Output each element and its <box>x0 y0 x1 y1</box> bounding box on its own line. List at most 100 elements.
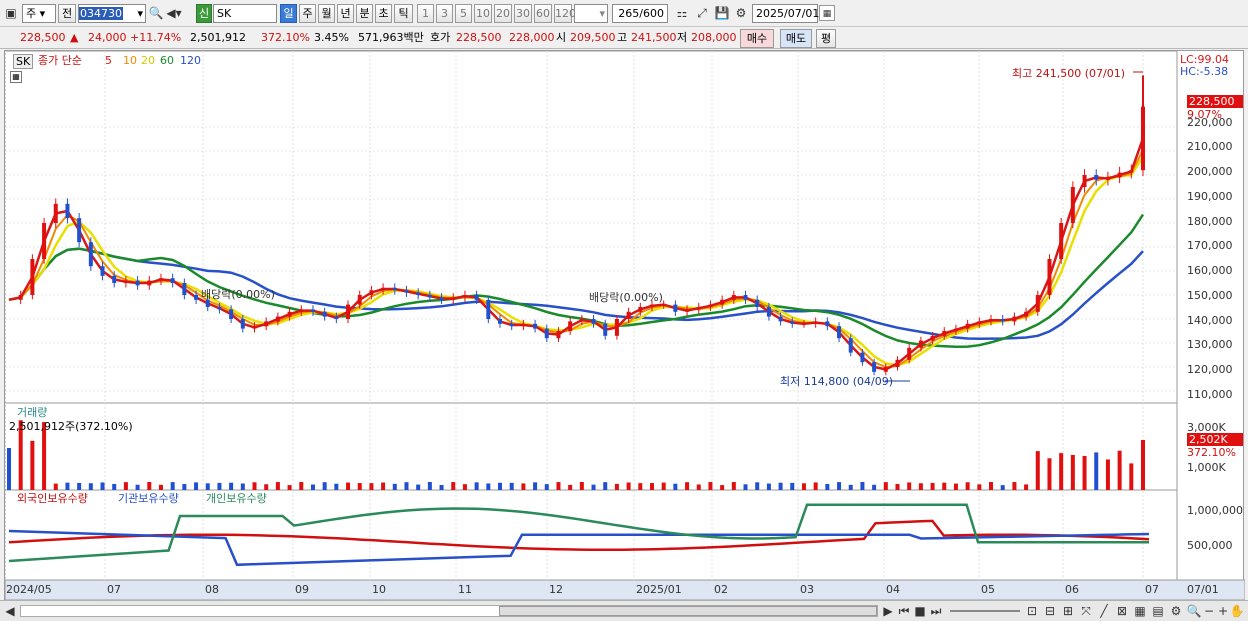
tab-year[interactable]: 년 <box>337 4 354 23</box>
interval-3[interactable]: 3 <box>436 4 453 23</box>
crosshair-icon[interactable]: ⤧ <box>1078 603 1094 619</box>
volume-bar <box>685 482 690 490</box>
tab-week[interactable]: 주 <box>299 4 316 23</box>
interval-30[interactable]: 30 <box>514 4 532 23</box>
chart-type-icon[interactable]: ▤ <box>1150 603 1166 619</box>
vol-last-tag: 2,502K <box>1187 433 1243 446</box>
change-pct: +11.74% <box>130 31 182 44</box>
stop-icon[interactable]: ■ <box>912 603 928 619</box>
legend-ma120[interactable]: 120 <box>180 54 201 67</box>
tab-second[interactable]: 초 <box>375 4 392 23</box>
volume-bar <box>778 482 783 490</box>
tab-tick[interactable]: 틱 <box>394 4 413 23</box>
window-icon[interactable]: ▣ <box>3 5 19 21</box>
interval-10[interactable]: 10 <box>474 4 492 23</box>
candle-body <box>217 307 222 310</box>
zoom-icon[interactable]: 🔍 <box>1186 603 1202 619</box>
candle-icon[interactable]: ⚏ <box>674 5 690 21</box>
volume-bar <box>521 483 526 490</box>
layout-2-icon[interactable]: ⊟ <box>1042 603 1058 619</box>
high-label: 고 <box>617 31 628 44</box>
legend-indiv[interactable]: 개인보유수량 <box>206 492 267 505</box>
interval-1[interactable]: 1 <box>417 4 434 23</box>
buy-button[interactable]: 매수 <box>740 29 774 48</box>
save-icon[interactable]: 💾 <box>714 5 730 21</box>
scroll-right-icon[interactable]: ▶ <box>880 603 896 619</box>
prev-button[interactable]: 전 <box>58 4 76 23</box>
volume-bar <box>626 482 631 490</box>
candle-body <box>1094 175 1099 180</box>
candle-body <box>1129 170 1134 173</box>
code-input[interactable]: 034730 ▾ <box>78 4 146 23</box>
layout-1-icon[interactable]: ⊡ <box>1024 603 1040 619</box>
layout-3-icon[interactable]: ⊞ <box>1060 603 1076 619</box>
legend-ma60[interactable]: 60 <box>160 54 174 67</box>
legend-stock[interactable]: SK <box>13 54 34 69</box>
lock-icon[interactable]: ⊠ <box>1114 603 1130 619</box>
sell-button[interactable]: 매도 <box>780 29 812 48</box>
candle-body <box>369 290 374 295</box>
volume-bar <box>299 482 304 490</box>
zoom-slider[interactable] <box>950 610 1020 612</box>
legend-ma20[interactable]: 20 <box>141 54 155 67</box>
stock-name-field[interactable]: SK <box>213 4 277 23</box>
candle-body <box>1105 177 1110 180</box>
interval-120[interactable]: 120 <box>554 4 576 23</box>
x-tick: 07 <box>1145 583 1159 596</box>
candle-body <box>825 321 830 327</box>
volume-bar <box>252 482 257 490</box>
volume-bar <box>77 482 82 490</box>
tab-month[interactable]: 월 <box>318 4 335 23</box>
tab-minute[interactable]: 분 <box>356 4 373 23</box>
hand-icon[interactable]: ✋ <box>1229 603 1245 619</box>
settings-icon[interactable]: ⚙ <box>1168 603 1184 619</box>
volume-bar <box>65 482 70 490</box>
candle-body <box>743 295 748 300</box>
search-icon[interactable]: 🔍 <box>148 5 164 21</box>
volume-bar <box>287 485 292 490</box>
volume-bar <box>801 483 806 490</box>
legend-foreign[interactable]: 외국인보유수량 <box>17 492 88 505</box>
volume-bar <box>989 482 994 490</box>
candle-body <box>147 280 152 286</box>
x-tick: 06 <box>1065 583 1079 596</box>
volume-bar <box>381 482 386 490</box>
y-tick: 200,000 <box>1187 165 1233 178</box>
volume-bar <box>930 482 935 490</box>
interval-combo[interactable]: ▾ <box>574 4 608 23</box>
scroll-left-icon[interactable]: ◀ <box>2 603 18 619</box>
scrollbar-thumb[interactable] <box>499 606 877 616</box>
scrollbar-track[interactable] <box>20 605 878 617</box>
grid-icon[interactable]: ▦ <box>1132 603 1148 619</box>
chart-canvas[interactable] <box>5 51 1245 602</box>
first-icon[interactable]: ⏮ <box>896 603 912 619</box>
last-icon[interactable]: ⏭ <box>928 603 944 619</box>
eval-button[interactable]: 평 <box>816 29 836 48</box>
count-field[interactable]: 265/600 <box>612 4 668 23</box>
candle-body <box>439 297 444 300</box>
volume-bar <box>790 482 795 490</box>
candle-body <box>357 295 362 305</box>
legend-inst[interactable]: 기관보유수량 <box>118 492 179 505</box>
calendar-icon[interactable]: ▦ <box>819 5 835 21</box>
line-icon[interactable]: ╱ <box>1096 603 1112 619</box>
volume-bar <box>661 482 666 490</box>
volume-bar <box>474 482 479 490</box>
period-combo[interactable]: 주 ▾ <box>22 4 56 23</box>
volume-title[interactable]: 거래량 <box>17 406 47 419</box>
y-tick: 210,000 <box>1187 140 1233 153</box>
legend-title[interactable]: 종가 단순 <box>38 54 82 67</box>
chart-area[interactable]: SK 종가 단순 5 10 20 60 120 ▦ LC:99.04 HC:-5… <box>4 50 1245 602</box>
legend-ma5[interactable]: 5 <box>105 54 112 67</box>
interval-20[interactable]: 20 <box>494 4 512 23</box>
draw-tool-icon[interactable]: ⤢ <box>694 5 710 21</box>
gear-icon[interactable]: ⚙ <box>733 5 749 21</box>
legend-ma10[interactable]: 10 <box>123 54 137 67</box>
interval-5[interactable]: 5 <box>455 4 472 23</box>
y-tick: 130,000 <box>1187 338 1233 351</box>
speaker-icon[interactable]: ◀▾ <box>166 5 182 21</box>
tab-day[interactable]: 일 <box>280 4 297 23</box>
table-icon[interactable]: ▦ <box>10 71 22 83</box>
interval-60[interactable]: 60 <box>534 4 552 23</box>
date-field[interactable]: 2025/07/01 <box>752 4 819 23</box>
